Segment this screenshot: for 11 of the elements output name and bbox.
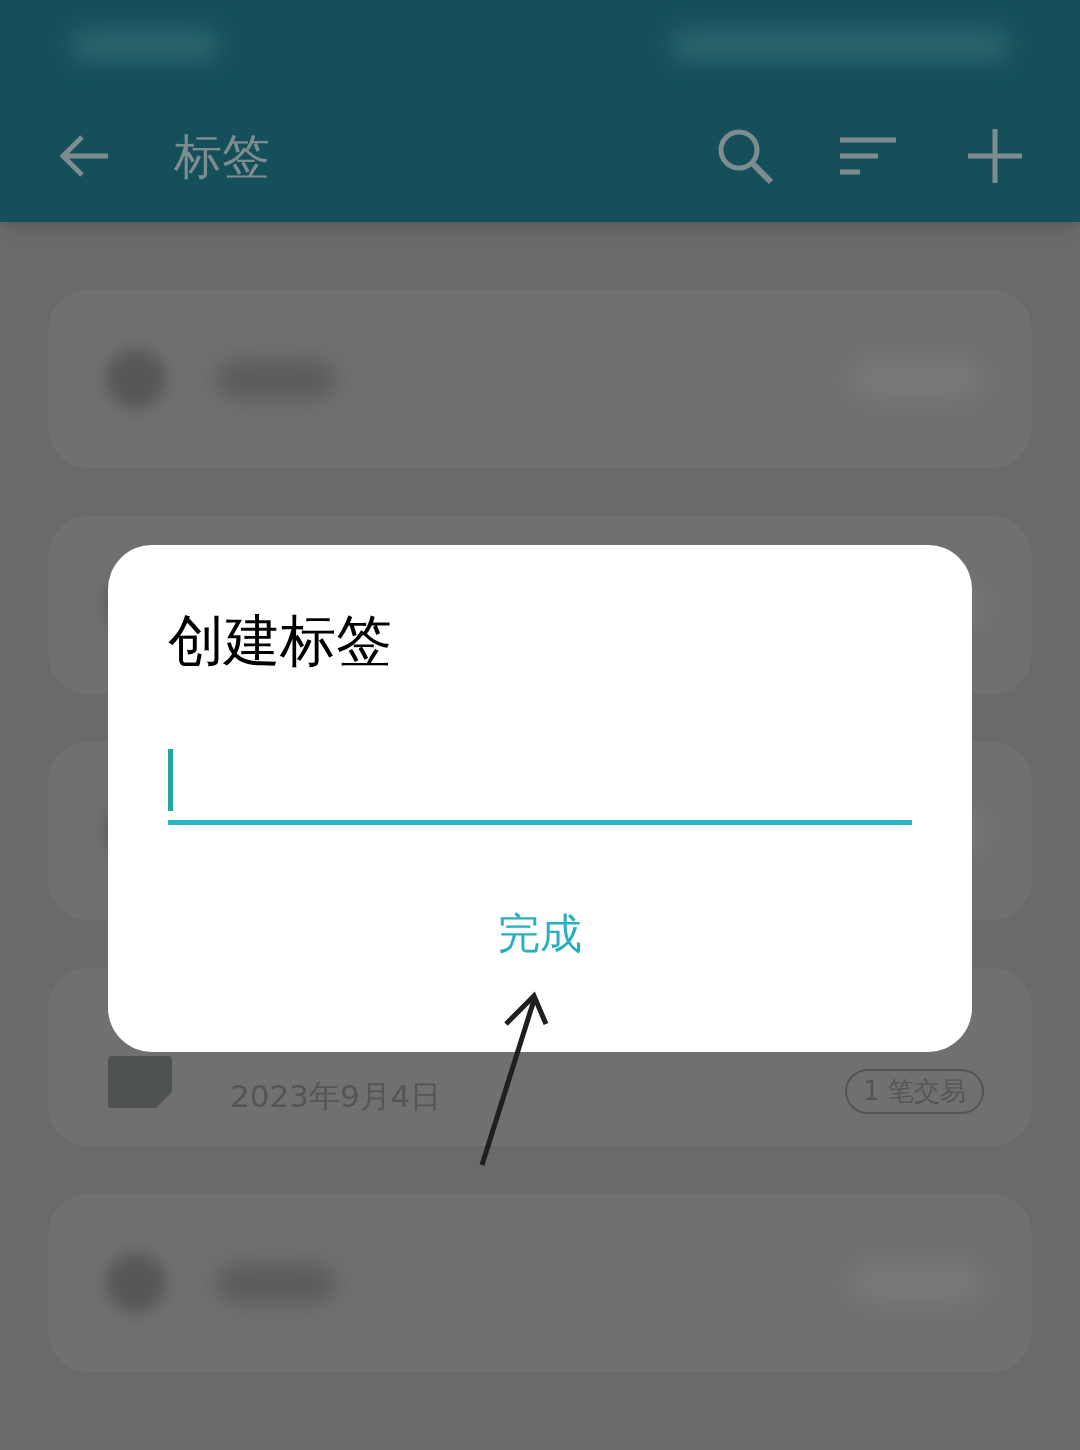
add-icon[interactable]: [968, 129, 1022, 183]
dialog-title: 创建标签: [168, 613, 393, 669]
folder-icon: [108, 1056, 172, 1108]
tag-card[interactable]: [48, 290, 1032, 468]
input-field[interactable]: [168, 749, 912, 825]
page-title: 标签: [174, 127, 271, 186]
tag-card[interactable]: [48, 1194, 1032, 1372]
search-icon[interactable]: [716, 127, 774, 185]
sort-icon[interactable]: [840, 136, 896, 176]
back-icon[interactable]: [58, 134, 110, 178]
done-button[interactable]: 完成: [498, 913, 582, 955]
